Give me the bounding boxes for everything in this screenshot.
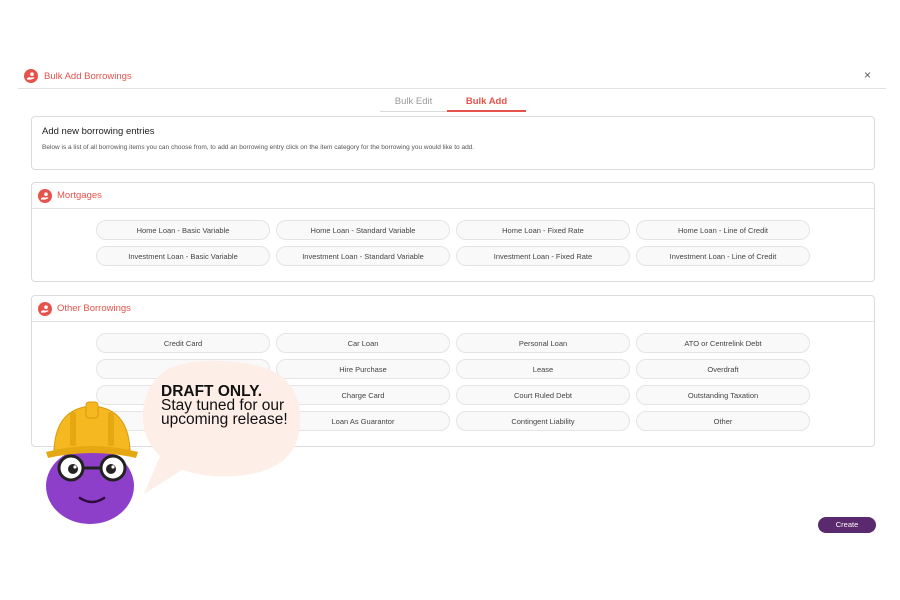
category-chip[interactable]: Car Loan	[276, 333, 450, 353]
mortgages-title: Mortgages	[57, 190, 102, 201]
hand-coin-icon	[38, 301, 52, 316]
category-chip[interactable]: Credit Card	[96, 333, 270, 353]
other-borrowings-header: Other Borrowings	[32, 296, 874, 322]
intro-panel: Add new borrowing entries Below is a lis…	[31, 116, 875, 170]
category-chip[interactable]: Overdraft	[636, 359, 810, 379]
category-chip[interactable]: Outstanding Taxation	[636, 385, 810, 405]
category-chip[interactable]: Home Loan - Basic Variable	[96, 220, 270, 240]
category-chip[interactable]: Investment Loan - Basic Variable	[96, 246, 270, 266]
intro-title: Add new borrowing entries	[42, 126, 155, 137]
category-chip[interactable]: Investment Loan - Line of Credit	[636, 246, 810, 266]
tab-bar: Bulk Edit Bulk Add	[380, 95, 526, 112]
mortgages-header: Mortgages	[32, 183, 874, 209]
category-chip[interactable]: Home Loan - Fixed Rate	[456, 220, 630, 240]
hand-coin-icon	[38, 188, 52, 203]
create-button[interactable]: Create	[818, 517, 876, 533]
category-chip[interactable]: Court Ruled Debt	[456, 385, 630, 405]
tab-bulk-add[interactable]: Bulk Add	[447, 95, 526, 112]
modal-header: Bulk Add Borrowings	[24, 68, 132, 84]
mortgages-panel: Mortgages Home Loan - Basic Variable Hom…	[31, 182, 875, 282]
draft-message: Stay tuned for our upcoming release!	[161, 397, 288, 428]
close-icon[interactable]: ×	[864, 69, 871, 81]
draft-notice: DRAFT ONLY. Stay tuned for our upcoming …	[161, 384, 301, 428]
category-chip[interactable]: ATO or Centrelink Debt	[636, 333, 810, 353]
category-chip[interactable]: Home Loan - Line of Credit	[636, 220, 810, 240]
modal-title: Bulk Add Borrowings	[44, 70, 132, 82]
category-chip[interactable]: Lease	[456, 359, 630, 379]
category-chip[interactable]: Other	[636, 411, 810, 431]
category-chip[interactable]: Personal Loan	[456, 333, 630, 353]
other-borrowings-title: Other Borrowings	[57, 303, 131, 314]
category-chip[interactable]: Home Loan - Standard Variable	[276, 220, 450, 240]
category-chip[interactable]: Investment Loan - Standard Variable	[276, 246, 450, 266]
intro-description: Below is a list of all borrowing items y…	[42, 144, 475, 151]
tab-bulk-edit[interactable]: Bulk Edit	[380, 95, 447, 112]
category-chip[interactable]: Contingent Liability	[456, 411, 630, 431]
construction-mascot-icon	[46, 401, 138, 524]
category-chip[interactable]: Investment Loan - Fixed Rate	[456, 246, 630, 266]
mortgages-grid: Home Loan - Basic Variable Home Loan - S…	[96, 220, 810, 266]
hand-coin-icon	[24, 69, 38, 83]
header-divider	[18, 88, 886, 89]
